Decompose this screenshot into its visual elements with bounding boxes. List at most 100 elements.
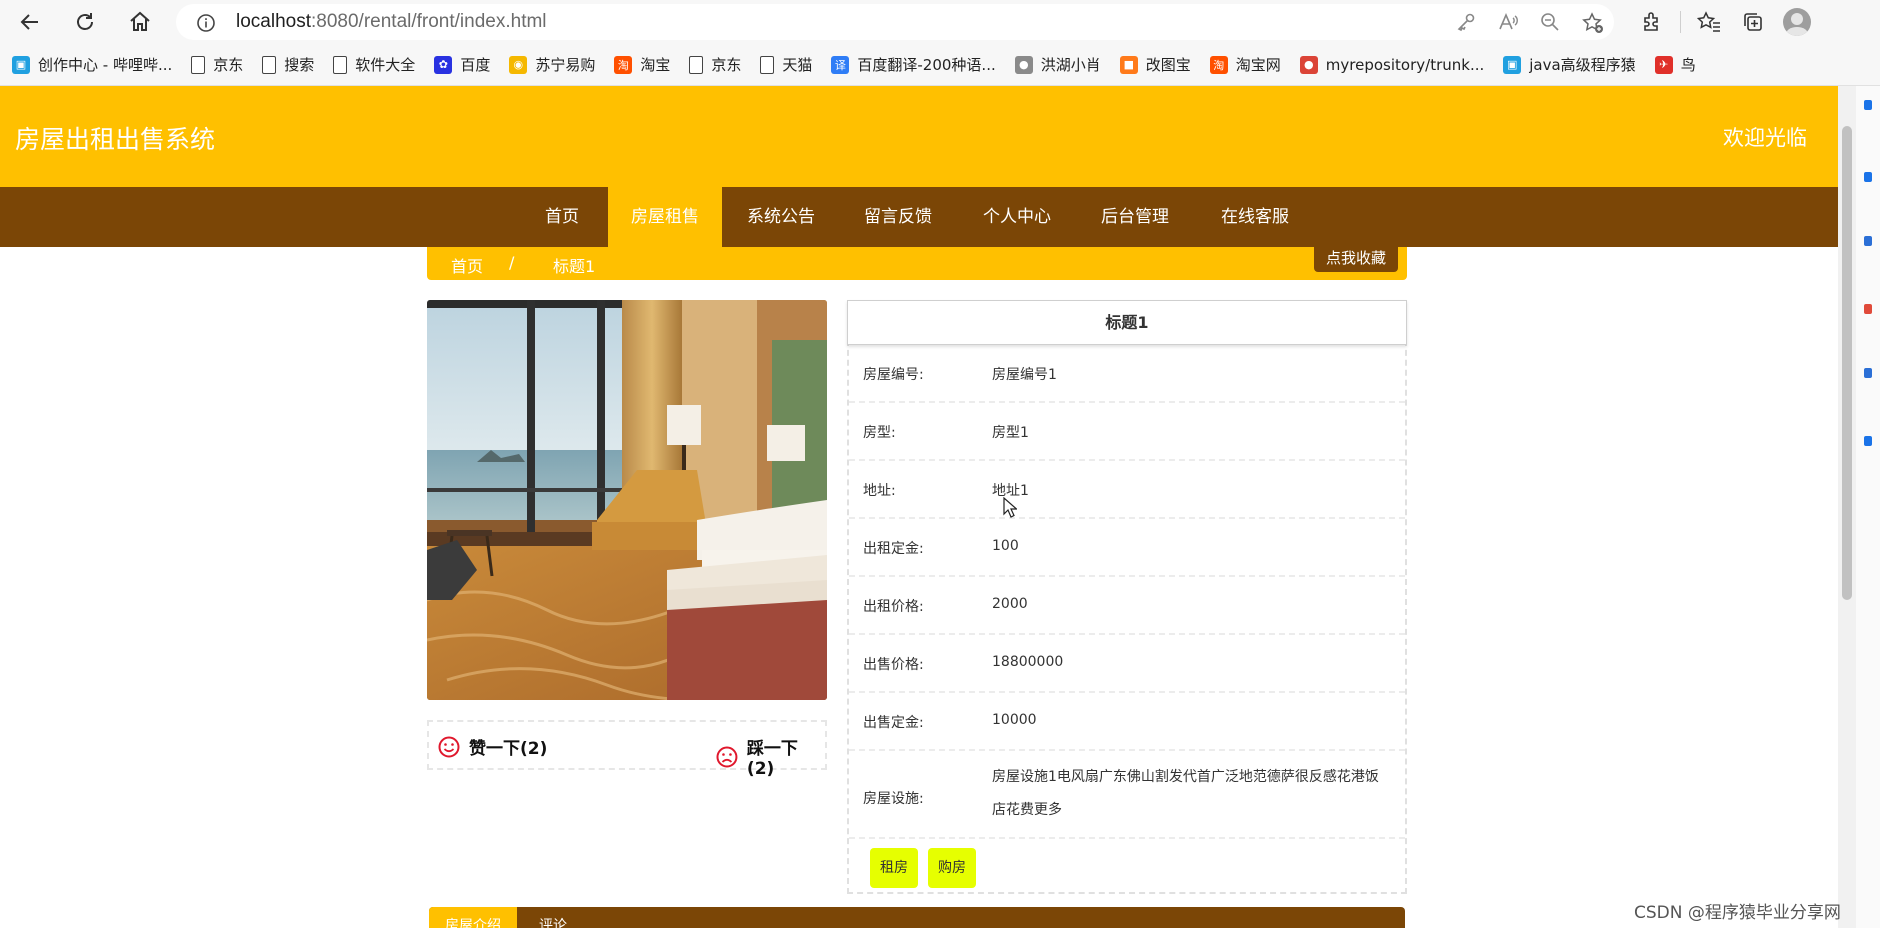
- bilibili-icon: ▣: [1503, 55, 1522, 74]
- read-aloud-icon[interactable]: [1498, 12, 1518, 38]
- bookmark-item[interactable]: 淘淘宝: [614, 54, 670, 75]
- bookmark-item[interactable]: ● myrepository/trunk...: [1299, 55, 1485, 74]
- hotel-room-image: [427, 300, 827, 700]
- detail-row-house-number: 房屋编号: 房屋编号1: [849, 345, 1405, 403]
- site-header: 房屋出租出售系统 欢迎光临: [0, 86, 1838, 187]
- bookmark-label: 苏宁易购: [535, 56, 596, 74]
- bookmark-label: 京东: [711, 56, 742, 74]
- sidebar-app-icon[interactable]: [1864, 236, 1872, 246]
- bookmark-item[interactable]: ■ 改图宝: [1119, 54, 1191, 75]
- profile-avatar[interactable]: [1781, 8, 1813, 36]
- bookmark-label: java高级程序猿: [1529, 56, 1636, 74]
- row-label: 房屋设施:: [863, 791, 924, 807]
- bookmark-item[interactable]: ● 洪湖小肖: [1014, 54, 1101, 75]
- gaitubao-icon: ■: [1119, 55, 1138, 74]
- bookmark-item[interactable]: ◉ 苏宁易购: [509, 54, 595, 75]
- bookmark-label: myrepository/trunk...: [1325, 55, 1485, 74]
- back-icon[interactable]: [16, 8, 44, 36]
- bookmark-item[interactable]: ▣ java高级程序猿: [1503, 54, 1636, 75]
- bookmark-label: 洪湖小肖: [1040, 56, 1101, 74]
- add-favorite-icon[interactable]: [1582, 12, 1604, 38]
- chrome-ball-icon: ●: [1299, 55, 1318, 74]
- bookmark-label: 百度翻译-200种语...: [857, 56, 996, 74]
- bookmark-item[interactable]: 京东: [689, 54, 741, 75]
- page-icon: [760, 55, 775, 74]
- like-button[interactable]: 赞一下(2): [438, 734, 547, 759]
- favorites-icon[interactable]: [1693, 8, 1725, 36]
- bookmark-item[interactable]: 京东: [191, 54, 243, 75]
- favorite-button[interactable]: 点我收藏: [1313, 247, 1398, 272]
- sidebar-app-icon[interactable]: [1864, 368, 1872, 378]
- bookmark-item[interactable]: ▣ 创作中心 - 哔哩哔...: [12, 54, 172, 75]
- row-label: 出租价格:: [863, 599, 924, 615]
- breadcrumb-separator: /: [509, 253, 515, 272]
- bilibili-icon: ▣: [12, 55, 30, 74]
- baidu-paw-icon: ✿: [434, 55, 453, 74]
- bookmark-item[interactable]: ✿ 百度: [434, 54, 490, 75]
- collections-icon[interactable]: [1737, 8, 1769, 36]
- row-label: 出售价格:: [863, 657, 924, 673]
- baidu-translate-icon: 译: [831, 55, 850, 74]
- page-scrollbar[interactable]: [1838, 86, 1856, 928]
- sidebar-app-icon[interactable]: [1864, 436, 1872, 446]
- tab-house-intro[interactable]: 房屋介绍: [429, 907, 517, 928]
- bookmark-label: 京东: [213, 56, 244, 74]
- bookmark-label: 淘宝网: [1235, 56, 1281, 74]
- scrollbar-thumb[interactable]: [1842, 126, 1852, 600]
- zoom-out-icon[interactable]: [1540, 12, 1560, 38]
- extensions-icon[interactable]: [1636, 8, 1668, 36]
- like-label: 赞一下(2): [469, 739, 548, 759]
- bookmark-item[interactable]: 软件大全: [333, 54, 415, 75]
- refresh-icon[interactable]: [71, 8, 99, 36]
- nav-admin[interactable]: 后台管理: [1087, 187, 1183, 247]
- row-label: 地址:: [863, 483, 896, 499]
- detail-row-facilities: 房屋设施: 房屋设施1电风扇广东佛山割发代首广泛地范德萨很反感花港饭店花费更多: [849, 751, 1405, 839]
- bookmark-label: 淘宝: [640, 56, 671, 74]
- nav-house-rental-sale[interactable]: 房屋租售: [608, 187, 722, 247]
- nav-personal-center[interactable]: 个人中心: [969, 187, 1065, 247]
- site-info-icon[interactable]: [196, 13, 216, 37]
- row-value: 100: [992, 538, 1019, 554]
- frown-icon: [716, 746, 738, 767]
- nav-feedback[interactable]: 留言反馈: [850, 187, 946, 247]
- nav-home[interactable]: 首页: [520, 187, 604, 247]
- nav-announcements[interactable]: 系统公告: [733, 187, 829, 247]
- bookmark-item[interactable]: 搜索: [262, 54, 314, 75]
- bookmark-label: 搜索: [284, 56, 315, 74]
- detail-row-sale-price: 出售价格: 18800000: [849, 635, 1405, 693]
- sidebar-app-icon[interactable]: [1864, 100, 1872, 110]
- breadcrumb: 首页 / 标题1 点我收藏: [427, 247, 1407, 280]
- address-bar[interactable]: localhost:8080/rental/front/index.html: [176, 4, 1614, 40]
- bookmark-label: 鸟: [1680, 56, 1696, 74]
- bird-icon: ✈: [1654, 55, 1673, 74]
- row-value: 房型1: [992, 425, 1029, 441]
- bookmarks-bar: ▣ 创作中心 - 哔哩哔... 京东 搜索 软件大全 ✿ 百度 ◉ 苏宁易购淘淘宝 京东 天猫译百度…: [0, 44, 1880, 86]
- bookmark-item[interactable]: ✈ 鸟: [1654, 54, 1696, 75]
- key-icon[interactable]: [1456, 12, 1476, 38]
- house-title: 标题1: [847, 300, 1407, 345]
- row-value: 2000: [992, 596, 1028, 612]
- main-navigation: 首页 房屋租售 系统公告 留言反馈 个人中心 后台管理 在线客服: [0, 187, 1838, 247]
- dislike-button[interactable]: 踩一下(2): [716, 734, 825, 779]
- row-label: 出售定金:: [863, 715, 924, 731]
- buy-button[interactable]: 购房: [928, 848, 976, 888]
- tab-comments[interactable]: 评论: [523, 907, 583, 928]
- bookmark-item[interactable]: 天猫: [760, 54, 812, 75]
- nav-online-service[interactable]: 在线客服: [1207, 187, 1303, 247]
- home-icon[interactable]: [126, 8, 154, 36]
- bookmark-item[interactable]: 译百度翻译-200种语...: [831, 54, 996, 75]
- breadcrumb-home[interactable]: 首页: [451, 253, 483, 277]
- bookmark-item[interactable]: 淘淘宝网: [1209, 54, 1281, 75]
- bookmark-label: 创作中心 - 哔哩哔...: [38, 56, 173, 74]
- row-value: 10000: [992, 712, 1037, 728]
- house-photo[interactable]: [427, 300, 827, 700]
- rent-button[interactable]: 租房: [870, 848, 918, 888]
- url-text: localhost:8080/rental/front/index.html: [236, 11, 547, 33]
- sidebar-app-icon[interactable]: [1864, 172, 1872, 182]
- sidebar-app-icon[interactable]: [1864, 304, 1872, 314]
- page-viewport: 房屋出租出售系统 欢迎光临 首页 房屋租售 系统公告 留言反馈 个人中心 后台管…: [0, 86, 1838, 928]
- page-icon: [191, 55, 206, 74]
- page-icon: [262, 55, 277, 74]
- detail-row-address: 地址: 地址1: [849, 461, 1405, 519]
- breadcrumb-current: 标题1: [553, 257, 596, 276]
